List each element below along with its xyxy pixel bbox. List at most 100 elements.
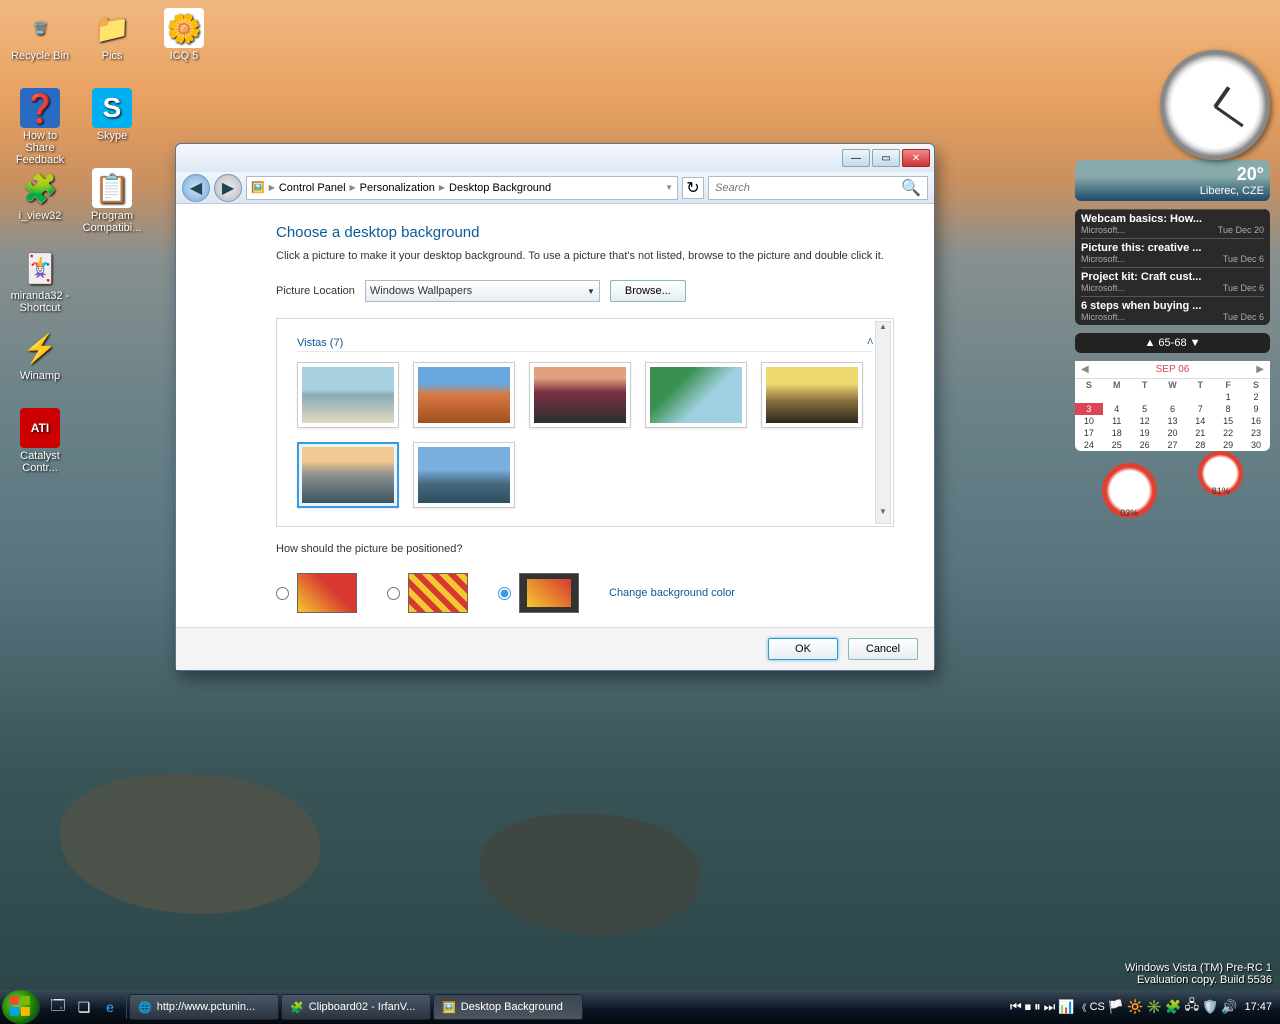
clock-gadget[interactable]: [1160, 50, 1270, 160]
position-center[interactable]: [498, 573, 579, 613]
chevron-down-icon: ▼: [587, 287, 595, 296]
ie-icon[interactable]: e: [98, 995, 122, 1019]
scrollbar[interactable]: ▲ ▼: [875, 321, 891, 524]
weather-gadget[interactable]: 20° Liberec, CZE: [1075, 160, 1270, 201]
network-icon[interactable]: 🖧: [1185, 996, 1200, 1018]
news-item[interactable]: Webcam basics: How...Microsoft...Tue Dec…: [1081, 209, 1264, 238]
wallpaper-thumb[interactable]: [761, 362, 863, 428]
system-tray: ⏮ ⏹ ⏸ ⏭ 📊 《 CS 🏳️ 🔆 ✳️ 🧩 🖧 🛡️ 🔊 17:47: [1010, 996, 1278, 1018]
chevron-down-icon[interactable]: ▼: [665, 183, 673, 192]
media-play-icon[interactable]: ⏸: [1034, 999, 1041, 1015]
titlebar[interactable]: — ▭ ✕: [176, 144, 934, 172]
lang-indicator[interactable]: CS: [1090, 1001, 1105, 1013]
news-gadget[interactable]: Webcam basics: How...Microsoft...Tue Dec…: [1075, 209, 1270, 325]
desktop-icon[interactable]: ⚡Winamp: [8, 328, 72, 400]
wallpaper-thumb[interactable]: [297, 362, 399, 428]
page-heading: Choose a desktop background: [276, 224, 894, 241]
change-bg-color-link[interactable]: Change background color: [609, 587, 735, 599]
media-stop-icon[interactable]: ⏹: [1025, 999, 1032, 1015]
collapse-icon[interactable]: ᐱ: [868, 337, 873, 349]
taskbar-task[interactable]: 🖼️Desktop Background: [433, 994, 583, 1020]
cal-prev-icon[interactable]: ◀: [1081, 364, 1089, 375]
desktop-icon[interactable]: ❓How to Share Feedback: [8, 88, 72, 160]
tray-icon[interactable]: 🔆: [1127, 999, 1143, 1015]
volume-icon[interactable]: 📊: [1058, 999, 1074, 1015]
close-button[interactable]: ✕: [902, 149, 930, 167]
desktop-icon[interactable]: 🌼ICQ 5: [152, 8, 216, 80]
switch-windows-icon[interactable]: ❏: [72, 995, 96, 1019]
quick-launch: 🗔 ❏ e: [42, 995, 127, 1019]
flag-icon[interactable]: 🏳️: [1108, 999, 1124, 1015]
breadcrumb-item[interactable]: Control Panel: [279, 182, 346, 194]
tray-icon[interactable]: ✳️: [1146, 999, 1162, 1015]
cancel-button[interactable]: Cancel: [848, 638, 918, 660]
scroll-up-icon[interactable]: ▲: [876, 322, 890, 338]
show-desktop-icon[interactable]: 🗔: [46, 995, 70, 1019]
ok-button[interactable]: OK: [768, 638, 838, 660]
taskbar-task[interactable]: 🧩Clipboard02 - IrfanV...: [281, 994, 431, 1020]
media-prev-icon[interactable]: ⏮: [1010, 999, 1022, 1015]
scroll-down-icon[interactable]: ▼: [876, 507, 890, 523]
taskbar: 🗔 ❏ e 🌐http://www.pctunin...🧩Clipboard02…: [0, 990, 1280, 1024]
desktop-icon[interactable]: 🃏miranda32 - Shortcut: [8, 248, 72, 320]
position-fill[interactable]: [276, 573, 357, 613]
position-label: How should the picture be positioned?: [276, 543, 894, 555]
breadcrumb[interactable]: 🖼️▶ Control Panel▶ Personalization▶ Desk…: [246, 176, 678, 200]
wallpaper-rock: [480, 814, 700, 934]
shield-icon[interactable]: 🛡️: [1202, 999, 1218, 1015]
content-pane: Choose a desktop background Click a pict…: [176, 204, 934, 627]
breadcrumb-item[interactable]: Desktop Background: [449, 182, 551, 194]
cal-next-icon[interactable]: ▶: [1256, 364, 1264, 375]
cal-month: SEP 06: [1156, 364, 1190, 375]
wallpaper-gallery: Vistas (7) ᐱ ▲ ▼: [276, 318, 894, 527]
clock[interactable]: 17:47: [1244, 1001, 1272, 1013]
forward-button[interactable]: ▶: [214, 174, 242, 202]
news-item[interactable]: Project kit: Craft cust...Microsoft...Tu…: [1081, 267, 1264, 296]
page-description: Click a picture to make it your desktop …: [276, 249, 894, 264]
wallpaper-thumb[interactable]: [413, 442, 515, 508]
stock-gadget[interactable]: ▲ 65-68 ▼: [1075, 333, 1270, 353]
start-button[interactable]: [2, 990, 40, 1024]
search-input[interactable]: [709, 182, 895, 194]
wallpaper-thumb[interactable]: [413, 362, 515, 428]
tray-chevron-icon[interactable]: 《: [1078, 1001, 1087, 1014]
meter-right: 81%: [1198, 451, 1243, 496]
weather-location: Liberec, CZE: [1081, 185, 1264, 197]
search-box: 🔍: [708, 176, 928, 200]
desktop-icon[interactable]: ATICatalyst Contr...: [8, 408, 72, 480]
desktop-icon[interactable]: 🗑️Recycle Bin: [8, 8, 72, 80]
search-icon[interactable]: 🔍: [895, 178, 927, 198]
breadcrumb-item[interactable]: Personalization: [360, 182, 435, 194]
media-next-icon[interactable]: ⏭: [1044, 999, 1056, 1015]
tray-icon[interactable]: 🧩: [1165, 999, 1181, 1015]
minimize-button[interactable]: —: [842, 149, 870, 167]
calendar-gadget[interactable]: ◀ SEP 06 ▶ SMTWTFS1234567891011121314151…: [1075, 361, 1270, 451]
desktop-icon[interactable]: SSkype: [80, 88, 144, 160]
news-item[interactable]: Picture this: creative ...Microsoft...Tu…: [1081, 238, 1264, 267]
desktop-icon[interactable]: 📁Pics: [80, 8, 144, 80]
weather-temp: 20°: [1081, 164, 1264, 185]
desktop-icon[interactable]: 🧩i_view32: [8, 168, 72, 240]
refresh-button[interactable]: ↻: [682, 177, 704, 199]
position-tile[interactable]: [387, 573, 468, 613]
browse-button[interactable]: Browse...: [610, 280, 686, 302]
picture-location-dropdown[interactable]: Windows Wallpapers ▼: [365, 280, 600, 302]
meter-left: 03%: [1102, 463, 1157, 518]
dialog-footer: OK Cancel: [176, 627, 934, 670]
group-header[interactable]: Vistas (7) ᐱ: [297, 337, 873, 352]
wallpaper-rock: [60, 774, 320, 914]
picture-location-label: Picture Location: [276, 285, 355, 297]
taskbar-task[interactable]: 🌐http://www.pctunin...: [129, 994, 279, 1020]
desktop-icon[interactable]: 📋Program Compatibi...: [80, 168, 144, 240]
wallpaper-thumb[interactable]: [297, 442, 399, 508]
sidebar-gadgets: 20° Liberec, CZE Webcam basics: How...Mi…: [1075, 50, 1270, 530]
desktop-background-window: — ▭ ✕ ◀ ▶ 🖼️▶ Control Panel▶ Personaliza…: [175, 143, 935, 671]
wallpaper-thumb[interactable]: [529, 362, 631, 428]
news-item[interactable]: 6 steps when buying ...Microsoft...Tue D…: [1081, 296, 1264, 325]
watermark: Windows Vista (TM) Pre-RC 1 Evaluation c…: [1125, 962, 1272, 986]
wallpaper-thumb[interactable]: [645, 362, 747, 428]
back-button[interactable]: ◀: [182, 174, 210, 202]
volume-icon[interactable]: 🔊: [1221, 999, 1237, 1015]
maximize-button[interactable]: ▭: [872, 149, 900, 167]
cpu-meter-gadget[interactable]: 03% 81%: [1075, 459, 1270, 522]
